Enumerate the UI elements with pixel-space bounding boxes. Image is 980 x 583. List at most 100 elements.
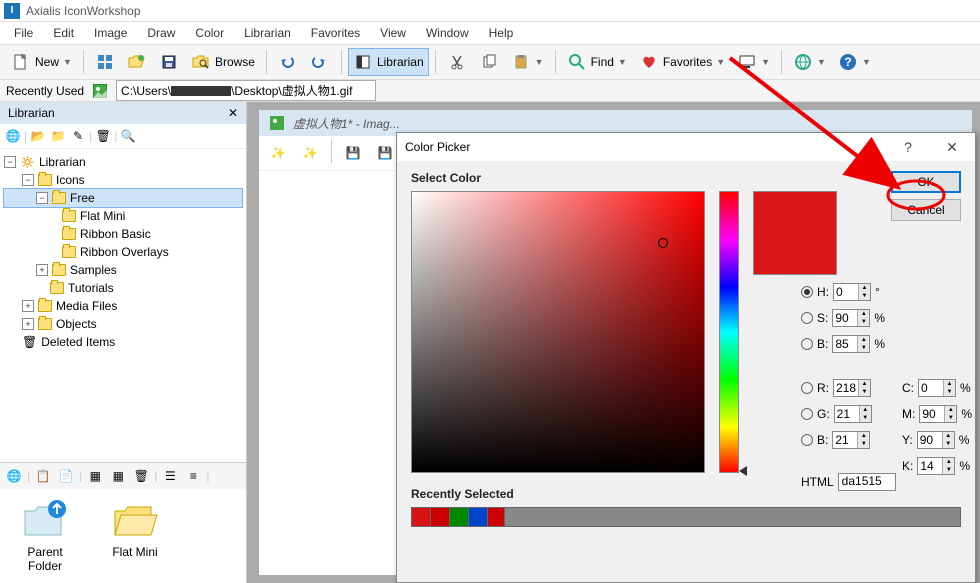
radio-b[interactable] bbox=[801, 338, 813, 350]
browse-label: Browse bbox=[215, 55, 255, 69]
trash-icon[interactable]: 🗑 bbox=[94, 127, 112, 145]
dialog-help[interactable]: ? bbox=[893, 139, 923, 155]
menu-help[interactable]: Help bbox=[479, 24, 524, 42]
hue-indicator[interactable] bbox=[739, 466, 747, 476]
tree-ribbon-basic[interactable]: Ribbon Basic bbox=[4, 225, 242, 243]
copy-button[interactable] bbox=[474, 48, 504, 76]
flat-mini-folder[interactable]: Flat Mini bbox=[100, 499, 170, 573]
open-button[interactable] bbox=[122, 48, 152, 76]
menu-draw[interactable]: Draw bbox=[137, 24, 185, 42]
list-icon[interactable]: ☰ bbox=[160, 466, 180, 486]
ok-button[interactable]: OK bbox=[891, 171, 961, 193]
menu-image[interactable]: Image bbox=[84, 24, 137, 42]
menu-window[interactable]: Window bbox=[416, 24, 479, 42]
help-button[interactable]: ?▼ bbox=[833, 48, 876, 76]
tree-ribbon-overlays[interactable]: Ribbon Overlays bbox=[4, 243, 242, 261]
menu-edit[interactable]: Edit bbox=[43, 24, 84, 42]
input-c[interactable]: 0▲▼ bbox=[918, 379, 956, 397]
heart-icon bbox=[639, 52, 659, 72]
details-icon[interactable]: ≡ bbox=[183, 466, 203, 486]
close-icon[interactable]: ✕ bbox=[228, 106, 238, 120]
swatch-3[interactable] bbox=[449, 507, 469, 527]
cancel-button[interactable]: Cancel bbox=[891, 199, 961, 221]
radio-r[interactable] bbox=[801, 382, 813, 394]
dialog-close[interactable]: ✕ bbox=[937, 139, 967, 156]
html-input[interactable]: da1515 bbox=[838, 473, 896, 491]
librarian-button[interactable]: Librarian bbox=[348, 48, 429, 76]
radio-h[interactable] bbox=[801, 286, 813, 298]
radio-b2[interactable] bbox=[801, 434, 813, 446]
tree-free[interactable]: −Free bbox=[4, 189, 242, 207]
input-m[interactable]: 90▲▼ bbox=[919, 405, 957, 423]
menu-color[interactable]: Color bbox=[185, 24, 234, 42]
input-h[interactable]: 0▲▼ bbox=[833, 283, 871, 301]
edit-icon[interactable]: ✎ bbox=[69, 127, 87, 145]
hue-slider[interactable] bbox=[719, 191, 739, 473]
menu-view[interactable]: View bbox=[370, 24, 416, 42]
tree-flat-mini[interactable]: Flat Mini bbox=[4, 207, 242, 225]
chevron-down-icon: ▼ bbox=[862, 57, 871, 67]
search-icon[interactable]: 🔍 bbox=[119, 127, 137, 145]
input-r[interactable]: 218▲▼ bbox=[833, 379, 871, 397]
input-s[interactable]: 90▲▼ bbox=[832, 309, 870, 327]
copy-icon[interactable]: 📋 bbox=[33, 466, 53, 486]
undo-button[interactable] bbox=[273, 48, 303, 76]
input-g[interactable]: 21▲▼ bbox=[834, 405, 872, 423]
tree-samples[interactable]: +Samples bbox=[4, 261, 242, 279]
new-button[interactable]: New ▼ bbox=[6, 48, 77, 76]
html-input-row: HTML da1515 bbox=[801, 473, 896, 491]
chevron-down-icon: ▼ bbox=[535, 57, 544, 67]
globe-icon[interactable]: 🌐 bbox=[4, 127, 22, 145]
swatch-4[interactable] bbox=[468, 507, 488, 527]
dialog-titlebar[interactable]: Color Picker ? ✕ bbox=[397, 133, 975, 161]
menu-librarian[interactable]: Librarian bbox=[234, 24, 301, 42]
menu-favorites[interactable]: Favorites bbox=[301, 24, 370, 42]
trash-icon[interactable]: 🗑 bbox=[131, 466, 151, 486]
find-button[interactable]: Find ▼ bbox=[562, 48, 632, 76]
grid-button[interactable] bbox=[90, 48, 120, 76]
tree-icons[interactable]: −Icons bbox=[4, 171, 242, 189]
image-icon bbox=[267, 113, 287, 133]
cut-button[interactable] bbox=[442, 48, 472, 76]
color-preview bbox=[753, 191, 837, 275]
input-k[interactable]: 14▲▼ bbox=[917, 457, 955, 475]
paste-button[interactable]: ▼ bbox=[506, 48, 549, 76]
sidebar-toolbar: 🌐 | 📂 📁 ✎ | 🗑 | 🔍 bbox=[0, 124, 246, 149]
swatch-1[interactable] bbox=[411, 507, 431, 527]
doc-save[interactable]: 💾 bbox=[338, 139, 368, 167]
globe-icon[interactable]: 🌐 bbox=[4, 466, 24, 486]
tree-deleted[interactable]: 🗑Deleted Items bbox=[4, 333, 242, 351]
favorites-label: Favorites bbox=[663, 55, 712, 69]
doc-btn-1[interactable]: ✨ bbox=[263, 139, 293, 167]
swatch-2[interactable] bbox=[430, 507, 450, 527]
paste-icon[interactable]: 📄 bbox=[56, 466, 76, 486]
save-button[interactable] bbox=[154, 48, 184, 76]
icon-b[interactable]: ▦ bbox=[108, 466, 128, 486]
radio-g[interactable] bbox=[801, 408, 813, 420]
radio-s[interactable] bbox=[801, 312, 813, 324]
input-bv[interactable]: 85▲▼ bbox=[832, 335, 870, 353]
menu-file[interactable]: File bbox=[4, 24, 43, 42]
input-b2[interactable]: 21▲▼ bbox=[832, 431, 870, 449]
web-button[interactable]: ▼ bbox=[788, 48, 831, 76]
recent-path[interactable]: C:\Users\ \Desktop\虚拟人物1.gif bbox=[116, 80, 376, 101]
monitor-button[interactable]: ▼ bbox=[732, 48, 775, 76]
tree-tutorials[interactable]: Tutorials bbox=[4, 279, 242, 297]
color-gradient[interactable] bbox=[411, 191, 705, 473]
open-folder-icon[interactable]: 📂 bbox=[29, 127, 47, 145]
redacted bbox=[171, 86, 231, 96]
gradient-cursor[interactable] bbox=[658, 238, 668, 248]
parent-folder[interactable]: Parent Folder bbox=[10, 499, 80, 573]
swatch-empty bbox=[504, 507, 961, 527]
doc-btn-2[interactable]: ✨ bbox=[295, 139, 325, 167]
favorites-button[interactable]: Favorites ▼ bbox=[634, 48, 730, 76]
input-y[interactable]: 90▲▼ bbox=[917, 431, 955, 449]
librarian-icon bbox=[353, 52, 373, 72]
tree-media[interactable]: +Media Files bbox=[4, 297, 242, 315]
new-folder-icon[interactable]: 📁 bbox=[49, 127, 67, 145]
tree-objects[interactable]: +Objects bbox=[4, 315, 242, 333]
browse-button[interactable]: Browse bbox=[186, 48, 260, 76]
redo-button[interactable] bbox=[305, 48, 335, 76]
tree-root[interactable]: −🔅Librarian bbox=[4, 153, 242, 171]
icon-a[interactable]: ▦ bbox=[85, 466, 105, 486]
